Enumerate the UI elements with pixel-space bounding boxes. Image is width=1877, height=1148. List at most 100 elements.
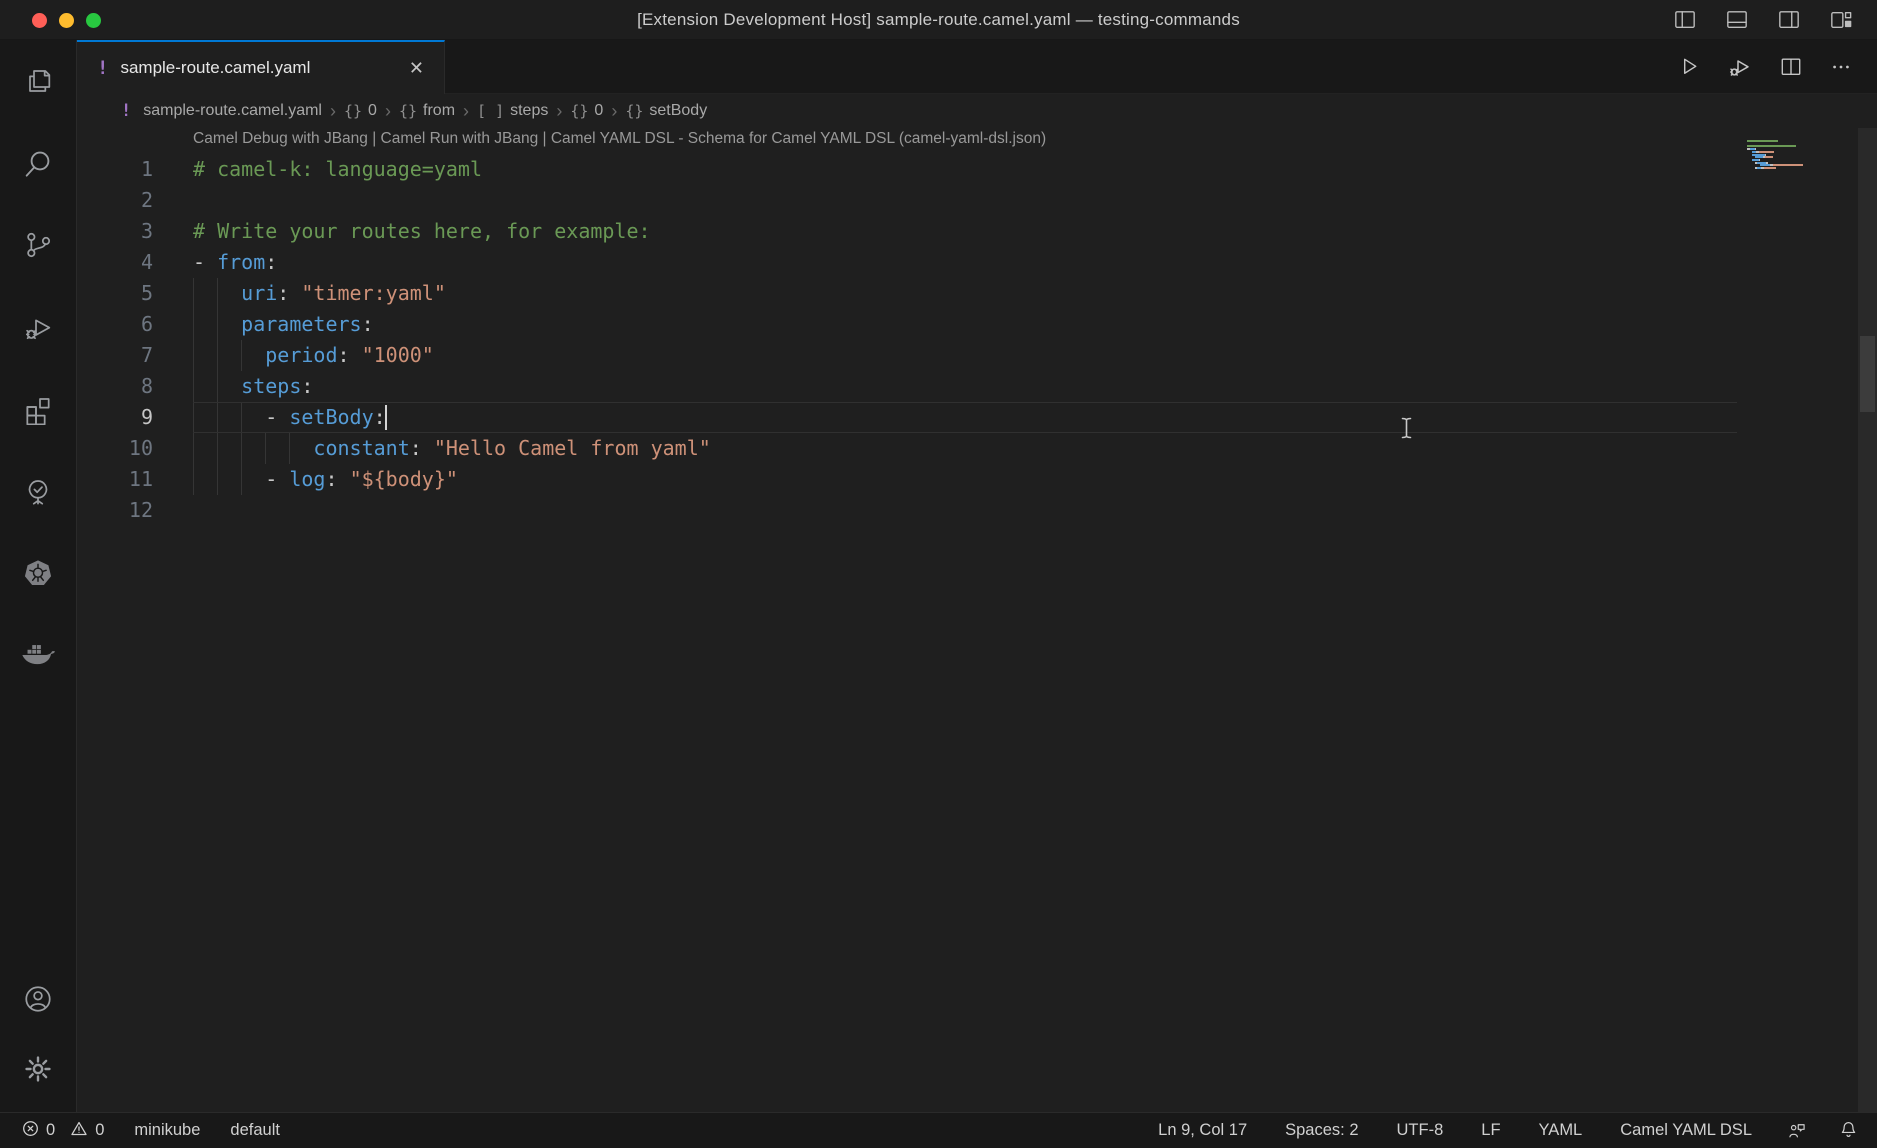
indent-guide: [217, 371, 218, 402]
more-actions-icon[interactable]: [1829, 56, 1853, 78]
indentation-status[interactable]: Spaces: 2: [1281, 1121, 1362, 1140]
activity-bar-explorer-icon[interactable]: [0, 40, 77, 122]
activity-bar-docker-icon[interactable]: [0, 614, 77, 696]
indent-guide: [193, 402, 194, 433]
code-line[interactable]: 8 steps:: [77, 371, 1877, 402]
minimap-line: [1747, 148, 1809, 150]
title-bar: [Extension Development Host] sample-rout…: [0, 0, 1877, 40]
line-number: 6: [77, 309, 153, 340]
indent-guide: [217, 433, 218, 464]
code-area[interactable]: 1# camel-k: language=yaml23# Write your …: [77, 154, 1877, 526]
window-title: [Extension Development Host] sample-rout…: [0, 10, 1877, 30]
breadcrumb-separator: ›: [556, 101, 562, 122]
minimap-line: [1747, 156, 1809, 158]
activity-bar-kubernetes-icon[interactable]: [0, 532, 77, 614]
bell-icon[interactable]: [1838, 1120, 1859, 1141]
breadcrumb: !sample-route.camel.yaml›{}0›{}from›[ ]s…: [77, 94, 1877, 128]
indent-guide: [217, 309, 218, 340]
indent-guide: [193, 340, 194, 371]
activity-bar-settings-gear-icon[interactable]: [0, 1034, 77, 1104]
scrollbar[interactable]: [1858, 128, 1877, 1112]
minimap-line: [1747, 154, 1809, 156]
activity-bar-extensions-icon[interactable]: [0, 368, 77, 450]
indent-guide: [241, 464, 242, 495]
code-line[interactable]: 4- from:: [77, 247, 1877, 278]
breadcrumb-item[interactable]: {}0: [570, 102, 603, 120]
code-line[interactable]: 7 period: "1000": [77, 340, 1877, 371]
current-line-highlight: [193, 402, 1737, 433]
eol-status[interactable]: LF: [1477, 1121, 1504, 1140]
line-number: 10: [77, 433, 153, 464]
encoding-status[interactable]: UTF-8: [1393, 1121, 1448, 1140]
breadcrumb-separator: ›: [385, 101, 391, 122]
kubernetes-namespace-status[interactable]: default: [226, 1121, 284, 1140]
code-line[interactable]: 1# camel-k: language=yaml: [77, 154, 1877, 185]
symbol-kind-icon: {}: [625, 102, 643, 120]
code-line[interactable]: 12: [77, 495, 1877, 526]
code-line[interactable]: 6 parameters:: [77, 309, 1877, 340]
breadcrumb-item[interactable]: {}setBody: [625, 102, 707, 120]
debug-run-icon[interactable]: [1727, 55, 1753, 79]
split-editor-icon[interactable]: [1779, 56, 1803, 78]
kubernetes-context-status[interactable]: minikube: [130, 1121, 204, 1140]
activity-bar-run-debug-icon[interactable]: [0, 286, 77, 368]
cursor-position-status[interactable]: Ln 9, Col 17: [1154, 1121, 1251, 1140]
symbol-kind-icon: {}: [570, 102, 588, 120]
indent-guide: [193, 433, 194, 464]
activity-bar-accounts-icon[interactable]: [0, 964, 77, 1034]
indent-guide: [289, 433, 290, 464]
breadcrumb-item[interactable]: {}from: [399, 102, 455, 120]
line-number: 11: [77, 464, 153, 495]
activity-bar-search-icon[interactable]: [0, 122, 77, 204]
line-number: 2: [77, 185, 153, 216]
indent-guide: [217, 340, 218, 371]
indent-guide: [193, 371, 194, 402]
layout-sidebar-right-icon[interactable]: [1777, 9, 1801, 31]
camel-dsl-status[interactable]: Camel YAML DSL: [1616, 1121, 1756, 1140]
layout-customize-icon[interactable]: [1829, 9, 1853, 31]
editor-actions: [1678, 40, 1877, 93]
editor[interactable]: Camel Debug with JBang | Camel Run with …: [77, 128, 1877, 1112]
language-mode-status[interactable]: YAML: [1535, 1121, 1587, 1140]
tab-sample-route-camel-yaml[interactable]: ! sample-route.camel.yaml ✕: [77, 40, 445, 94]
minimap-line: [1747, 167, 1809, 169]
breadcrumb-item[interactable]: sample-route.camel.yaml: [143, 102, 322, 120]
breadcrumb-separator: ›: [611, 101, 617, 122]
line-number: 3: [77, 216, 153, 247]
line-number: 1: [77, 154, 153, 185]
close-tab-icon[interactable]: ✕: [405, 56, 428, 81]
code-line[interactable]: 5 uri: "timer:yaml": [77, 278, 1877, 309]
layout-sidebar-left-icon[interactable]: [1673, 9, 1697, 31]
symbol-kind-icon: [ ]: [477, 102, 504, 120]
problems-status[interactable]: 0 0: [18, 1120, 108, 1142]
feedback-icon[interactable]: [1786, 1121, 1808, 1141]
indent-guide: [265, 433, 266, 464]
scrollbar-slider[interactable]: [1860, 336, 1875, 412]
codelens-actions[interactable]: Camel Debug with JBang | Camel Run with …: [193, 130, 1046, 148]
breadcrumb-item[interactable]: [ ]steps: [477, 102, 548, 120]
text-cursor: [385, 405, 387, 430]
status-bar: 0 0 minikube default Ln 9, Col 17 Spaces:…: [0, 1112, 1877, 1148]
layout-controls: [1673, 9, 1853, 31]
code-line[interactable]: 3# Write your routes here, for example:: [77, 216, 1877, 247]
activity-bar-test-tree-icon[interactable]: [0, 450, 77, 532]
run-icon[interactable]: [1678, 55, 1701, 78]
minimap-line: [1747, 143, 1809, 145]
line-number: 4: [77, 247, 153, 278]
breadcrumb-item[interactable]: {}0: [344, 102, 377, 120]
minimap[interactable]: [1747, 140, 1809, 173]
code-line[interactable]: 9 - setBody:: [77, 402, 1877, 433]
minimap-line: [1747, 162, 1809, 164]
line-number: 5: [77, 278, 153, 309]
code-line[interactable]: 11 - log: "${body}": [77, 464, 1877, 495]
code-line[interactable]: 2: [77, 185, 1877, 216]
indent-guide: [241, 402, 242, 433]
minimap-line: [1747, 140, 1809, 142]
warning-icon: [70, 1120, 88, 1142]
line-number: 12: [77, 495, 153, 526]
minimap-line: [1747, 159, 1809, 161]
layout-panel-icon[interactable]: [1725, 9, 1749, 31]
activity-bar-source-control-icon[interactable]: [0, 204, 77, 286]
code-line[interactable]: 10 constant: "Hello Camel from yaml": [77, 433, 1877, 464]
indent-guide: [193, 464, 194, 495]
